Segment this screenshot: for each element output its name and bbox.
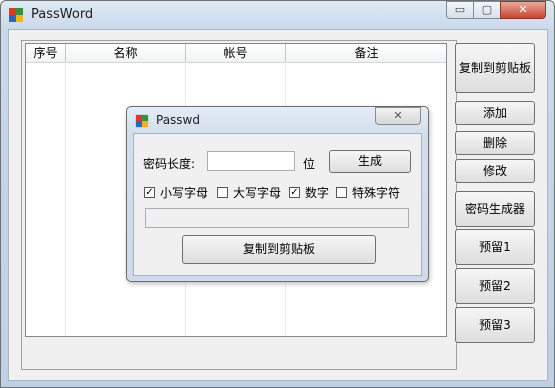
reserve2-button[interactable]: 预留2: [455, 268, 535, 304]
column-header-account[interactable]: 帐号: [186, 44, 286, 62]
uppercase-label: 大写字母: [233, 186, 282, 200]
special-chars-label: 特殊字符: [352, 186, 401, 200]
window-title: PassWord: [31, 7, 94, 22]
special-chars-checkbox[interactable]: [336, 187, 347, 198]
digits-label: 数字: [305, 186, 330, 200]
close-button[interactable]: ✕: [500, 1, 546, 19]
minimize-button[interactable]: ▭: [446, 1, 474, 19]
add-button[interactable]: 添加: [455, 101, 535, 125]
delete-button[interactable]: 删除: [455, 131, 535, 155]
copy-to-clipboard-button[interactable]: 复制到剪贴板: [455, 43, 535, 93]
passwd-dialog[interactable]: Passwd ✕ 密码长度: 位 生成 ✓ 小写字母 大写字母 ✓ 数字 特殊字…: [126, 106, 429, 282]
grid-column-line: [26, 62, 66, 336]
password-generator-button[interactable]: 密码生成器: [455, 191, 535, 227]
reserve1-button[interactable]: 预留1: [455, 229, 535, 265]
column-header-index[interactable]: 序号: [26, 44, 66, 62]
dialog-copy-button[interactable]: 复制到剪贴板: [182, 235, 376, 264]
lowercase-label: 小写字母: [160, 186, 209, 200]
list-header: 序号 名称 帐号 备注: [26, 44, 446, 63]
length-input[interactable]: [207, 151, 295, 171]
column-header-note[interactable]: 备注: [286, 44, 446, 62]
check-icon: ✓: [145, 187, 154, 198]
column-header-name[interactable]: 名称: [66, 44, 186, 62]
app-icon: [9, 8, 23, 22]
title-bar[interactable]: PassWord ▭ ▢ ✕: [1, 1, 554, 29]
app-icon: [135, 114, 149, 128]
dialog-close-button[interactable]: ✕: [375, 107, 421, 125]
maximize-button[interactable]: ▢: [473, 1, 501, 19]
reserve3-button[interactable]: 预留3: [455, 307, 535, 343]
lowercase-checkbox[interactable]: ✓: [144, 187, 155, 198]
generate-button[interactable]: 生成: [329, 150, 411, 173]
unit-label: 位: [303, 157, 316, 171]
modify-button[interactable]: 修改: [455, 159, 535, 183]
dialog-client-area: 密码长度: 位 生成 ✓ 小写字母 大写字母 ✓ 数字 特殊字符 复制到剪贴板: [133, 133, 422, 276]
digits-checkbox[interactable]: ✓: [289, 187, 300, 198]
uppercase-checkbox[interactable]: [217, 187, 228, 198]
dialog-title: Passwd: [156, 113, 200, 127]
check-icon: ✓: [290, 187, 299, 198]
result-field[interactable]: [145, 208, 409, 228]
length-label: 密码长度:: [143, 157, 196, 171]
